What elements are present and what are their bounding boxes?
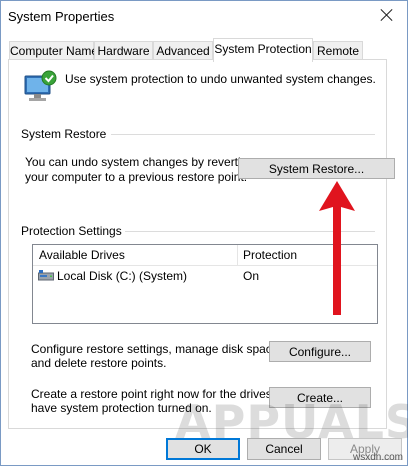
configure-button[interactable]: Configure... bbox=[269, 341, 371, 362]
protection-settings-group-label: Protection Settings bbox=[21, 224, 122, 238]
system-protection-panel: Use system protection to undo unwanted s… bbox=[8, 59, 395, 429]
configure-desc-line1: Configure restore settings, manage disk … bbox=[31, 342, 282, 356]
column-protection[interactable]: Protection bbox=[237, 245, 377, 266]
list-item[interactable]: Local Disk (C:) (System) On bbox=[33, 267, 377, 285]
system-restore-desc-line2: your computer to a previous restore poin… bbox=[25, 170, 248, 184]
close-icon[interactable] bbox=[376, 5, 398, 27]
corner-watermark: wsxdn.com bbox=[352, 452, 403, 463]
tab-system-protection[interactable]: System Protection bbox=[213, 38, 313, 62]
create-desc-line1: Create a restore point right now for the… bbox=[31, 387, 296, 401]
system-restore-desc-line1: You can undo system changes by reverting bbox=[25, 155, 255, 169]
drive-protection-status: On bbox=[243, 269, 260, 283]
list-header: Available Drives Protection bbox=[33, 245, 377, 266]
intro-text: Use system protection to undo unwanted s… bbox=[65, 72, 376, 86]
title-bar: System Properties bbox=[1, 1, 407, 34]
tab-computer-name[interactable]: Computer Name bbox=[9, 41, 98, 61]
ok-button[interactable]: OK bbox=[166, 438, 240, 460]
create-desc-line2: have system protection turned on. bbox=[31, 401, 212, 415]
window-title: System Properties bbox=[8, 9, 115, 24]
system-properties-window: System Properties Computer Name Hardware… bbox=[0, 0, 408, 466]
hard-disk-icon bbox=[38, 270, 54, 281]
computer-shield-icon bbox=[24, 70, 57, 101]
drives-list[interactable]: Available Drives Protection Local Disk (… bbox=[32, 244, 378, 324]
tab-strip: Computer Name Hardware Advanced System P… bbox=[1, 38, 407, 62]
drive-name: Local Disk (C:) (System) bbox=[57, 269, 188, 283]
group-divider bbox=[125, 231, 375, 232]
tab-hardware[interactable]: Hardware bbox=[94, 41, 153, 61]
group-divider bbox=[111, 134, 375, 135]
tab-remote[interactable]: Remote bbox=[313, 41, 363, 61]
configure-desc-line2: and delete restore points. bbox=[31, 356, 167, 370]
create-button[interactable]: Create... bbox=[269, 387, 371, 408]
system-restore-group-label: System Restore bbox=[21, 127, 107, 141]
system-restore-button[interactable]: System Restore... bbox=[238, 158, 395, 179]
column-available-drives[interactable]: Available Drives bbox=[33, 245, 237, 266]
cancel-button[interactable]: Cancel bbox=[247, 438, 321, 460]
tab-advanced[interactable]: Advanced bbox=[153, 41, 213, 61]
